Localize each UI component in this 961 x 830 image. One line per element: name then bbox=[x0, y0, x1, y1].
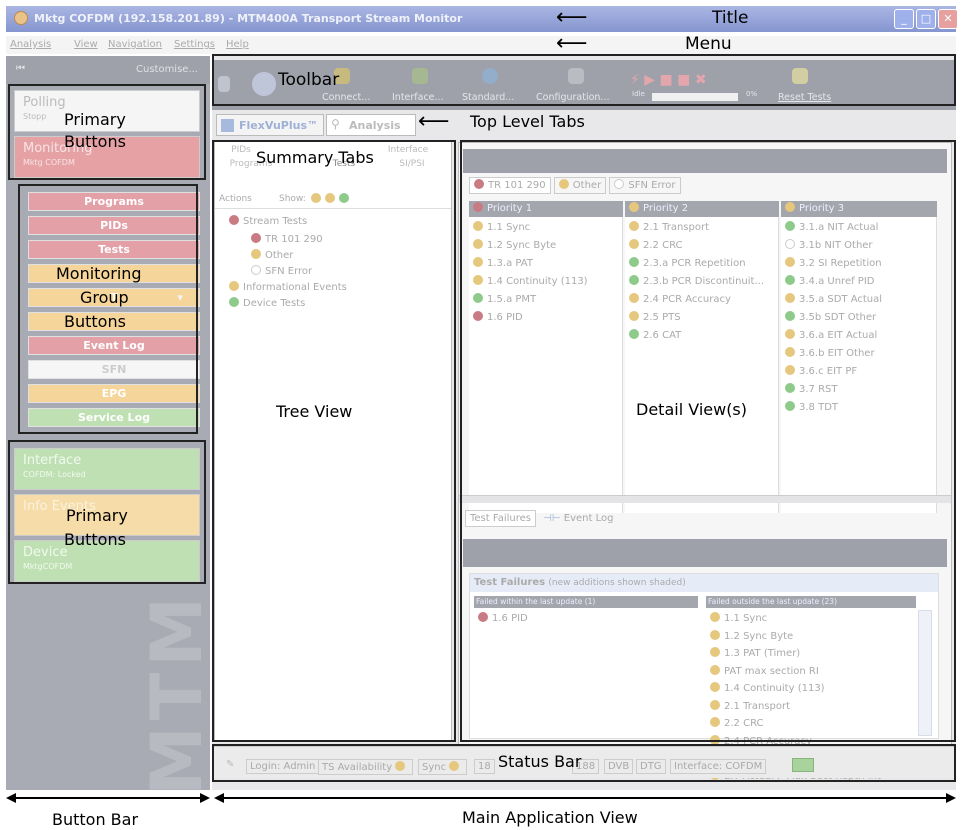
bottom-annotations: Button Bar Main Application View bbox=[0, 790, 961, 830]
annotation-primary-buttons-2-line1: Primary bbox=[66, 506, 128, 525]
window-title: Mktg COFDM (192.158.201.89) - MTM400A Tr… bbox=[34, 12, 463, 25]
close-button[interactable]: ✕ bbox=[938, 9, 958, 29]
tab-analysis-label: Analysis bbox=[349, 119, 401, 132]
annotation-primary-buttons-1-line2: Buttons bbox=[64, 132, 126, 151]
annotation-tree-view: Tree View bbox=[276, 402, 353, 421]
annotation-monitoring-group-line3: Buttons bbox=[64, 312, 126, 331]
annotation-main-application-view: Main Application View bbox=[462, 808, 638, 827]
flexvu-icon bbox=[221, 119, 234, 132]
maximize-button[interactable]: □ bbox=[916, 9, 936, 29]
monitoring-group-box bbox=[18, 184, 198, 434]
button-bar-header: ⏮ Customise... bbox=[6, 56, 210, 84]
menu-navigation[interactable]: Navigation bbox=[108, 39, 162, 50]
annotation-primary-buttons-1-line1: Primary bbox=[64, 110, 126, 129]
annotation-toolbar: Toolbar bbox=[278, 70, 340, 90]
annotation-monitoring-group-line2: Group bbox=[80, 288, 129, 307]
annotation-monitoring-group-line1: Monitoring bbox=[56, 264, 142, 283]
annotation-menu: Menu bbox=[685, 34, 732, 54]
mtm-watermark: MTM bbox=[136, 590, 218, 796]
menu-settings[interactable]: Settings bbox=[174, 39, 215, 50]
arrow-left-icon: ⟵ bbox=[556, 31, 588, 56]
tree-view-box bbox=[212, 140, 456, 742]
collapse-icon[interactable]: ⏮ bbox=[16, 63, 25, 74]
tab-analysis[interactable]: ⚲ Analysis bbox=[326, 114, 416, 136]
top-level-tabs: FlexVuPlus™ ⚲ Analysis bbox=[216, 114, 416, 136]
minimize-button[interactable]: _ bbox=[894, 9, 914, 29]
tab-flexvuplus[interactable]: FlexVuPlus™ bbox=[216, 114, 324, 136]
annotation-detail-views: Detail View(s) bbox=[636, 400, 748, 419]
menu-bar: Analysis View Navigation Settings Help bbox=[6, 36, 956, 54]
arrow-left-icon: ⟵ bbox=[418, 109, 450, 134]
magnifier-icon: ⚲ bbox=[331, 117, 340, 131]
annotation-summary-tabs: Summary Tabs bbox=[256, 148, 374, 167]
annotation-top-level-tabs: Top Level Tabs bbox=[470, 112, 585, 131]
annotation-button-bar: Button Bar bbox=[52, 810, 139, 829]
menu-help[interactable]: Help bbox=[226, 39, 249, 50]
tab-flexvuplus-label: FlexVuPlus™ bbox=[239, 119, 319, 132]
annotation-primary-buttons-2-line2: Buttons bbox=[64, 530, 126, 549]
menu-view[interactable]: View bbox=[74, 39, 98, 50]
title-bar: Mktg COFDM (192.158.201.89) - MTM400A Tr… bbox=[6, 6, 958, 32]
detail-view-box bbox=[460, 140, 956, 742]
annotation-status-bar: Status Bar bbox=[498, 752, 582, 771]
status-bar-box bbox=[212, 744, 956, 782]
menu-analysis[interactable]: Analysis bbox=[10, 39, 51, 50]
app-icon bbox=[14, 11, 28, 25]
customise-link[interactable]: Customise... bbox=[136, 64, 198, 75]
annotation-title: Title bbox=[712, 8, 749, 28]
arrow-left-icon: ⟵ bbox=[556, 5, 588, 30]
